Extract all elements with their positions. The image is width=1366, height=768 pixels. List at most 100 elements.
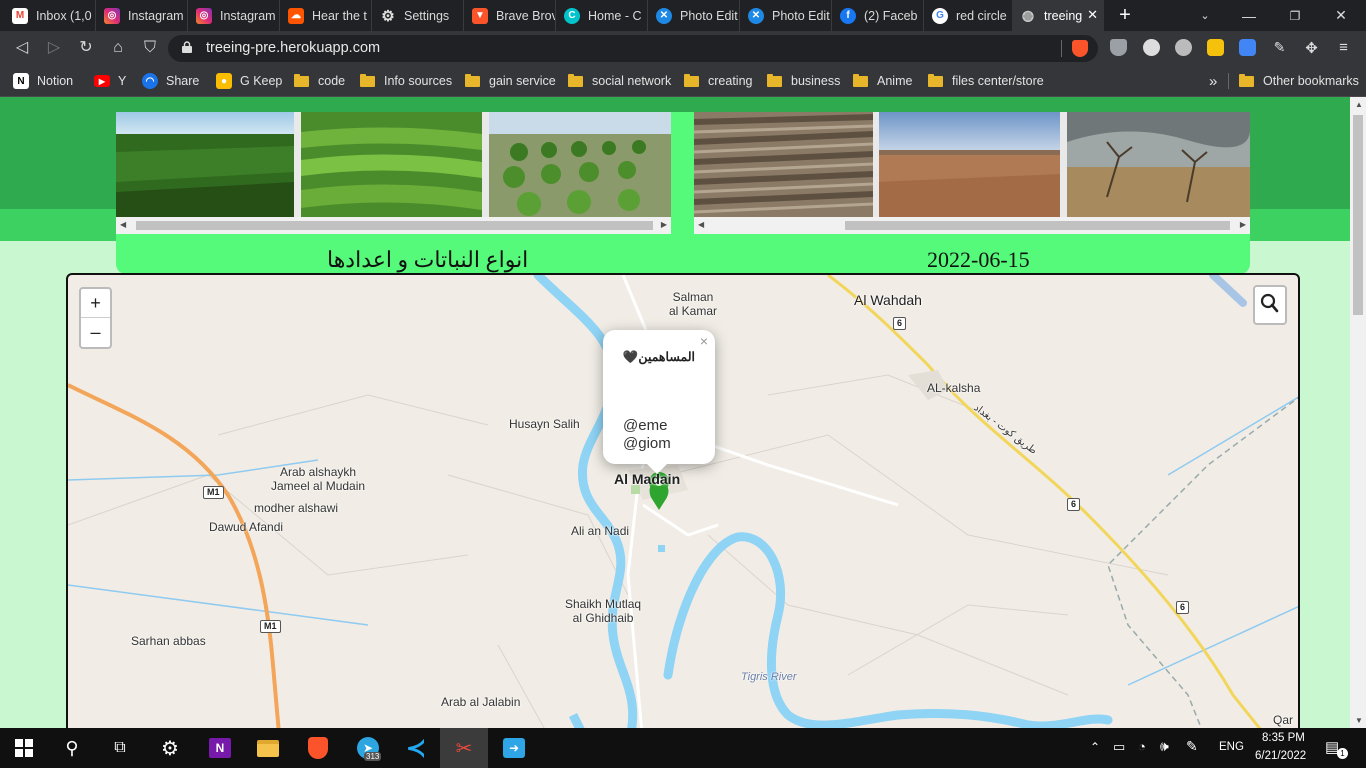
bookmark-share[interactable]: ◠ Share [142, 72, 199, 90]
extension-icon[interactable] [1143, 39, 1160, 56]
scroll-down-icon[interactable]: ▼ [1355, 716, 1363, 725]
brave-shields-icon[interactable] [1072, 40, 1088, 57]
zoom-out-button[interactable]: – [81, 318, 110, 347]
scroll-left-icon[interactable]: ◀ [698, 220, 704, 229]
scrollbar-thumb[interactable] [1353, 115, 1363, 315]
folder-icon [853, 73, 868, 87]
tab-photo-editor-2[interactable]: ✕ Photo Edit [740, 0, 832, 31]
shield-extension-icon[interactable] [1110, 39, 1127, 56]
extension-icon[interactable] [1175, 39, 1192, 56]
close-tab-icon[interactable]: ✕ [1087, 7, 1098, 23]
tab-google[interactable]: G red circle [924, 0, 1016, 31]
scroll-right-icon[interactable]: ▶ [661, 220, 667, 229]
telegram-app[interactable]: ➤ 313 [344, 728, 392, 768]
map-search-button[interactable] [1253, 285, 1287, 325]
gallery-scrollbar[interactable]: ◀ ▶ [116, 217, 671, 234]
map-label-wahdah: Al Wahdah [854, 292, 922, 308]
brave-icon: ▼ [472, 7, 488, 24]
language-indicator[interactable]: ENG [1219, 741, 1244, 753]
puzzle-icon[interactable]: ✥ [1303, 39, 1320, 57]
gallery-scrollbar[interactable]: ◀ ▶ [694, 217, 1250, 234]
reload-button[interactable]: ↻ [77, 39, 95, 57]
brave-app[interactable] [294, 728, 342, 768]
tree-nursery-image [489, 112, 671, 217]
tab-instagram[interactable]: ◎ Instagram [96, 0, 188, 31]
tab-brave[interactable]: ▼ Brave Brov [464, 0, 556, 31]
bookmark-keep[interactable]: ● G Keep [216, 72, 282, 90]
plants-gallery[interactable]: ◀ ▶ [116, 112, 671, 234]
plant-rows-image [301, 112, 482, 217]
highway-m1-shield: M1 [260, 620, 281, 633]
tab-soundcloud[interactable]: ☁ Hear the t [280, 0, 372, 31]
pen-workspace-icon[interactable]: ✎ [1186, 738, 1198, 755]
scroll-up-icon[interactable]: ▲ [1355, 100, 1363, 109]
close-window-button[interactable]: ✕ [1318, 0, 1364, 31]
bookmark-folder-social[interactable]: social network [568, 72, 671, 90]
zoom-in-button[interactable]: + [81, 289, 110, 318]
tab-photo-editor[interactable]: ✕ Photo Edit [648, 0, 740, 31]
page-scrollbar[interactable]: ▲ ▼ [1350, 97, 1366, 728]
tab-treeing[interactable]: ◍ treeing ✕ [1012, 0, 1104, 31]
bookmark-folder-gain[interactable]: gain service [465, 72, 556, 90]
share-icon: ◠ [142, 73, 158, 89]
dry-land-gallery[interactable]: ◀ ▶ [694, 112, 1250, 234]
tab-canva[interactable]: C Home - C [556, 0, 648, 31]
bookmark-icon[interactable]: ⛉ [141, 39, 159, 57]
volume-icon[interactable]: 🕪 [1160, 738, 1169, 755]
minimize-button[interactable]: — [1226, 0, 1272, 31]
bookmark-folder-info[interactable]: Info sources [360, 72, 452, 90]
url-text: treeing-pre.herokuapp.com [206, 40, 381, 56]
search-button[interactable]: ⚲ [48, 728, 96, 768]
tab-gmail[interactable]: M Inbox (1,0 [4, 0, 96, 31]
settings-app[interactable]: ⚙ [146, 728, 194, 768]
bookmark-folder-files[interactable]: files center/store [928, 72, 1044, 90]
tab-instagram-2[interactable]: ◎ Instagram [188, 0, 280, 31]
bookmarks-overflow-button[interactable]: » [1209, 72, 1217, 90]
snipping-tool-app[interactable]: ✂ [440, 728, 488, 768]
new-tab-button[interactable]: + [1102, 0, 1148, 31]
forward-button[interactable]: ▷ [45, 39, 63, 57]
popup-close-button[interactable]: × [700, 333, 708, 349]
scroll-right-icon[interactable]: ▶ [1240, 220, 1246, 229]
bookmark-notion[interactable]: N Notion [13, 72, 73, 90]
tab-title: Home - C [588, 8, 642, 23]
home-button[interactable]: ⌂ [109, 39, 127, 57]
start-button[interactable] [0, 728, 48, 768]
task-view-button[interactable]: ⧉ [96, 728, 144, 768]
scrollbar-thumb[interactable] [845, 221, 1230, 230]
show-hidden-icons-icon[interactable]: ⌃ [1090, 740, 1100, 754]
map-view[interactable]: Salman al Kamar Al Wahdah AL-kalsha Husay… [66, 273, 1300, 728]
bookmark-label: Info sources [384, 74, 453, 88]
vscode-app[interactable]: ≺ [392, 728, 440, 768]
bookmark-youtube[interactable]: ▶ Y [94, 72, 126, 90]
globe-icon: ◍ [1021, 7, 1035, 23]
bookmark-folder-business[interactable]: business [767, 72, 840, 90]
tab-settings[interactable]: ⚙ Settings [372, 0, 464, 31]
keep-icon: ● [216, 73, 232, 89]
back-button[interactable]: ◁ [13, 39, 31, 57]
tab-facebook[interactable]: f (2) Faceb [832, 0, 924, 31]
bookmark-folder-code[interactable]: code [294, 72, 345, 90]
clock-date[interactable]: 6/21/2022 [1255, 750, 1306, 762]
battery-icon[interactable]: ▭ [1113, 739, 1125, 755]
tab-search-chevron-icon[interactable]: ⌄ [1182, 0, 1228, 31]
wifi-icon[interactable]: ◔ [1138, 739, 1146, 754]
extension-icon[interactable] [1207, 39, 1224, 56]
bookmark-folder-anime[interactable]: Anime [853, 72, 912, 90]
notifications-count: 1 [1337, 748, 1348, 759]
scrollbar-thumb[interactable] [136, 221, 653, 230]
other-bookmarks[interactable]: Other bookmarks [1239, 72, 1359, 90]
translate-icon[interactable] [1239, 39, 1256, 56]
restore-button[interactable]: ❐ [1272, 0, 1318, 31]
clock-time[interactable]: 8:35 PM [1262, 732, 1305, 744]
address-bar[interactable]: treeing-pre.herokuapp.com [168, 35, 1098, 62]
scroll-left-icon[interactable]: ◀ [120, 220, 126, 229]
onenote-app[interactable]: N [196, 728, 244, 768]
popup-user: @giom [623, 435, 671, 452]
folder-icon [568, 73, 583, 87]
menu-icon[interactable]: ≡ [1335, 39, 1352, 56]
store-app[interactable]: ➜ [490, 728, 538, 768]
bookmark-folder-creating[interactable]: creating [684, 72, 752, 90]
file-explorer-app[interactable] [244, 728, 292, 768]
pen-extension-icon[interactable]: ✎ [1271, 39, 1288, 56]
